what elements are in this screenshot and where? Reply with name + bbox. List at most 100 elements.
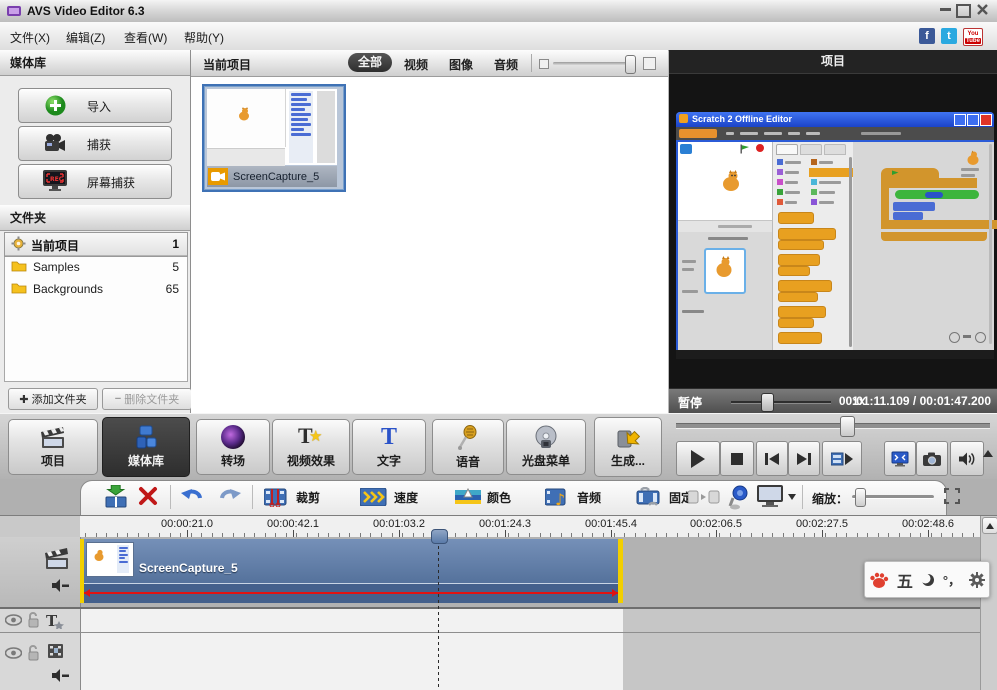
mode-video-effects-button[interactable]: T ★ 视频效果: [272, 419, 350, 475]
speed-slider-handle[interactable]: [761, 393, 774, 412]
fit-timeline-icon[interactable]: [944, 488, 960, 504]
preview-zoom-eq-icon: [963, 335, 971, 338]
mode-media-library-button[interactable]: 媒体库: [102, 417, 190, 477]
maximize-button[interactable]: [956, 4, 971, 18]
menu-edit[interactable]: 编辑(Z): [66, 29, 105, 46]
folder-row-current-project[interactable]: 当前项目 1: [5, 233, 187, 256]
ime-punctuation-toggle[interactable]: °，: [943, 570, 961, 589]
freeze-button[interactable]: 固定: [635, 485, 693, 509]
split-icon: [104, 485, 128, 509]
folder-row-samples[interactable]: Samples 5: [5, 256, 187, 277]
prev-frame-button[interactable]: [756, 441, 788, 476]
undo-button[interactable]: [180, 485, 208, 509]
thumb-size-handle[interactable]: [625, 55, 636, 74]
screen-capture-button[interactable]: REC 屏幕捕获: [18, 164, 172, 199]
project-media-title: 当前项目: [203, 56, 251, 73]
twitter-icon[interactable]: t: [941, 28, 957, 44]
text-track-icon[interactable]: T: [46, 612, 64, 629]
preview-cat-small: [965, 150, 981, 166]
folder-row-backgrounds[interactable]: Backgrounds 65: [5, 278, 187, 299]
clip-volume-line[interactable]: [84, 592, 618, 594]
ime-wubi-toggle[interactable]: 五: [897, 568, 913, 592]
preview-cat-pen: [777, 189, 783, 195]
playback-info-bar: 暂停 1x 00:01:11.109 / 00:01:47.200: [669, 388, 997, 414]
ime-fullwidth-moon-icon[interactable]: [921, 573, 935, 587]
scroll-up-arrow: [986, 523, 994, 529]
timeline-scrollbar[interactable]: [980, 516, 997, 690]
facebook-icon[interactable]: f: [919, 28, 935, 44]
mode-produce-button[interactable]: 生成...: [594, 417, 662, 477]
text-track-content[interactable]: [81, 609, 623, 632]
tab-video[interactable]: 视频: [404, 56, 428, 73]
trim-button[interactable]: 裁剪: [264, 485, 320, 509]
track-visibility-eye-icon[interactable]: [5, 614, 22, 626]
stop-button[interactable]: [720, 441, 754, 476]
capture-button[interactable]: 捕获: [18, 126, 172, 161]
mode-disc-menu-button[interactable]: 光盘菜单: [506, 419, 586, 475]
thumb-size-large-icon[interactable]: [643, 57, 656, 70]
overlay-film-icon[interactable]: [47, 642, 65, 660]
redo-button[interactable]: [216, 485, 244, 509]
media-thumbnail-screencapture5[interactable]: ScreenCapture_5: [202, 84, 346, 192]
delete-clip-button[interactable]: [138, 486, 160, 508]
preview-orange-bar: [881, 232, 987, 241]
voice-record-button[interactable]: [727, 484, 751, 510]
storyboard-toggle-icon[interactable]: [688, 490, 722, 504]
pause-label[interactable]: 暂停: [678, 394, 702, 411]
fullscreen-button[interactable]: [884, 441, 916, 476]
add-folder-button[interactable]: ✚ 添加文件夹: [8, 388, 98, 410]
clip-audio-strip: [84, 584, 618, 603]
remove-folder-button[interactable]: − 删除文件夹: [102, 388, 192, 410]
playhead-handle[interactable]: [431, 529, 448, 544]
preview-xp-title: Scratch 2 Offline Editor: [692, 114, 792, 124]
film-freeze-icon: [635, 487, 663, 507]
timeline-zoom-handle[interactable]: [855, 488, 866, 507]
split-preview-button[interactable]: [822, 441, 862, 476]
seek-slider-track[interactable]: [676, 423, 990, 429]
camera-icon: [923, 452, 941, 466]
display-mode-dropdown-arrow[interactable]: [788, 494, 796, 500]
snapshot-button[interactable]: [916, 441, 948, 476]
minimize-button[interactable]: [940, 8, 951, 11]
timeline-clip-screencapture5[interactable]: ScreenCapture_5: [80, 539, 623, 603]
tab-all[interactable]: 全部: [348, 53, 392, 72]
ime-logo-paw-icon[interactable]: [869, 571, 889, 589]
speed-slider-track[interactable]: [731, 401, 831, 403]
preview-cat-control-active: [809, 168, 853, 177]
audio-button[interactable]: ♪ 音频: [545, 485, 601, 509]
track-mute-icon[interactable]: [52, 579, 70, 592]
scrollbar-up-button[interactable]: [982, 517, 997, 534]
close-button[interactable]: [976, 3, 989, 16]
split-clip-button[interactable]: [104, 485, 130, 509]
menu-help[interactable]: 帮助(Y): [184, 29, 224, 46]
timeline-ruler[interactable]: 00:00:21.0 00:00:42.1 00:01:03.2 00:01:2…: [80, 516, 980, 538]
mode-transitions-button[interactable]: 转场: [196, 419, 270, 475]
mode-project-button[interactable]: 项目: [8, 419, 98, 475]
youtube-icon[interactable]: You Tube: [963, 28, 983, 46]
next-frame-button[interactable]: [788, 441, 820, 476]
track-lock-icon[interactable]: [27, 645, 39, 661]
play-button[interactable]: [676, 441, 720, 476]
tab-image[interactable]: 图像: [449, 56, 473, 73]
mode-text-button[interactable]: T 文字: [352, 419, 426, 475]
menu-file[interactable]: 文件(X): [10, 29, 50, 46]
track-visibility-eye-icon[interactable]: [5, 647, 22, 659]
menu-view[interactable]: 查看(W): [124, 29, 167, 46]
import-button[interactable]: 导入: [18, 88, 172, 123]
tab-audio[interactable]: 音频: [494, 56, 518, 73]
track-lock-icon[interactable]: [27, 612, 39, 628]
display-mode-button[interactable]: [756, 484, 786, 510]
seek-slider-handle[interactable]: [840, 416, 855, 437]
undo-icon: [180, 485, 206, 507]
ime-settings-gear-icon[interactable]: [969, 572, 985, 588]
color-button[interactable]: 颜色: [455, 485, 511, 509]
overlay-track-content[interactable]: [81, 633, 623, 690]
track-mute-icon[interactable]: [52, 669, 70, 682]
clip-thumbnail: [86, 542, 134, 577]
thumb-size-small-icon[interactable]: [539, 59, 549, 69]
volume-button[interactable]: [950, 441, 984, 476]
speed-button[interactable]: 速度: [360, 485, 418, 509]
volume-expand-arrow[interactable]: [983, 450, 993, 457]
thumb-size-track[interactable]: [553, 62, 633, 65]
mode-voice-button[interactable]: 语音: [432, 419, 504, 475]
